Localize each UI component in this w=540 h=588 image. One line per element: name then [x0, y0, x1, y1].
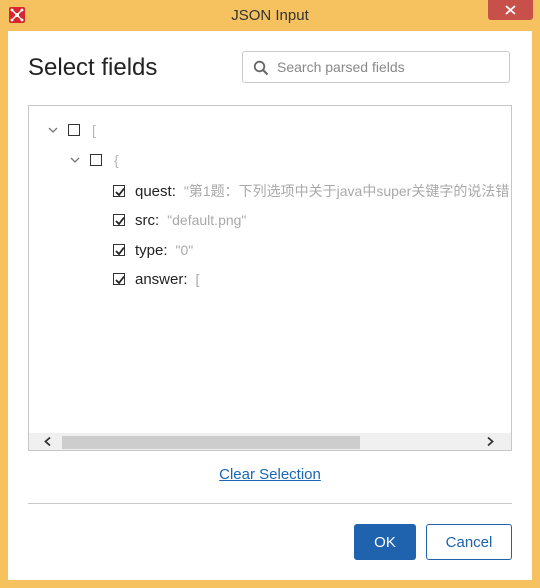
field-value: [: [195, 271, 200, 287]
object-brace: {: [114, 152, 119, 168]
checkmark-icon: [115, 246, 125, 256]
close-button[interactable]: [488, 0, 533, 20]
field-tree[interactable]: [ { quest: "第1题：下列选项中关于java中super关键字的说法错…: [28, 105, 512, 451]
dialog-window: JSON Input Select fields [: [0, 0, 540, 588]
window-title: JSON Input: [231, 7, 309, 24]
field-value: "0": [175, 242, 194, 258]
title-bar[interactable]: JSON Input: [0, 0, 540, 31]
field-key: answer:: [135, 270, 188, 288]
horizontal-scrollbar[interactable]: [29, 433, 511, 450]
ok-button[interactable]: OK: [354, 524, 416, 560]
tree-row-answer[interactable]: answer: [: [113, 269, 199, 289]
search-box[interactable]: [242, 51, 510, 83]
cancel-button[interactable]: Cancel: [426, 524, 512, 560]
scroll-right-icon[interactable]: [485, 436, 495, 447]
checkbox[interactable]: [90, 154, 102, 166]
field-value: "第1题：下列选项中关于java中super关键字的说法错: [183, 183, 510, 199]
search-icon: [253, 60, 269, 76]
scroll-left-icon[interactable]: [43, 436, 53, 447]
checkbox-checked[interactable]: [113, 185, 125, 197]
tree-row-type[interactable]: type: "0": [113, 240, 193, 260]
clear-selection-container: Clear Selection: [8, 466, 532, 484]
field-key: type:: [135, 241, 168, 259]
scrollbar-thumb[interactable]: [62, 436, 360, 449]
tree-row-root[interactable]: [: [47, 120, 96, 140]
dialog-body: Select fields [ { q: [8, 31, 532, 580]
tree-row-object[interactable]: {: [69, 150, 119, 170]
checkbox-checked[interactable]: [113, 273, 125, 285]
clear-selection-link[interactable]: Clear Selection: [219, 466, 321, 483]
tree-row-quest[interactable]: quest: "第1题：下列选项中关于java中super关键字的说法错: [113, 181, 509, 201]
close-icon: [505, 5, 516, 15]
search-input[interactable]: [277, 58, 501, 76]
checkbox-checked[interactable]: [113, 244, 125, 256]
divider: [28, 503, 512, 504]
checkmark-icon: [115, 275, 125, 285]
checkbox[interactable]: [68, 124, 80, 136]
checkmark-icon: [115, 187, 125, 197]
field-value: "default.png": [167, 212, 247, 228]
chevron-down-icon[interactable]: [47, 124, 59, 136]
field-key: quest:: [135, 182, 176, 200]
checkbox-checked[interactable]: [113, 214, 125, 226]
field-key: src:: [135, 211, 160, 229]
tree-row-src[interactable]: src: "default.png": [113, 210, 246, 230]
page-title: Select fields: [28, 54, 158, 81]
checkmark-icon: [115, 216, 125, 226]
chevron-down-icon[interactable]: [69, 154, 81, 166]
array-bracket: [: [92, 122, 96, 138]
